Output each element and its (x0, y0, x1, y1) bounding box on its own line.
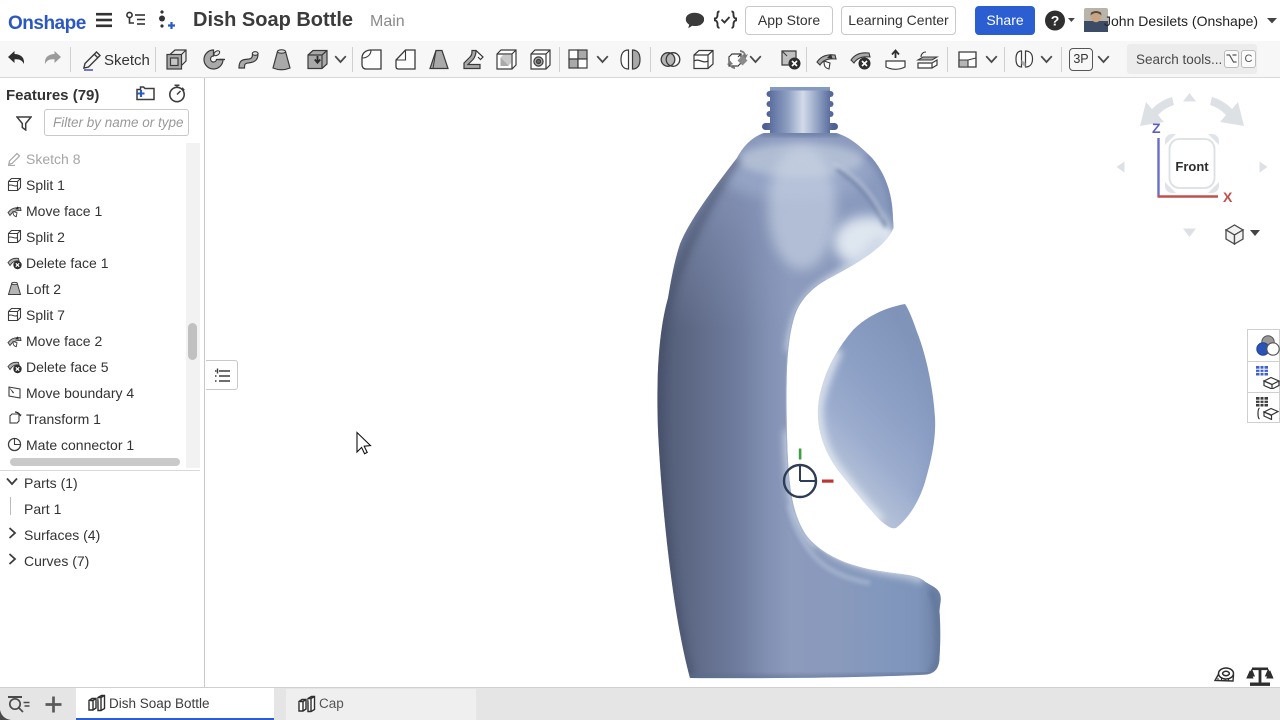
svg-text:Z: Z (1152, 120, 1161, 136)
svg-text:Front: Front (1175, 159, 1209, 174)
svg-text:X: X (1223, 189, 1233, 205)
svg-text:?: ? (1051, 13, 1060, 29)
